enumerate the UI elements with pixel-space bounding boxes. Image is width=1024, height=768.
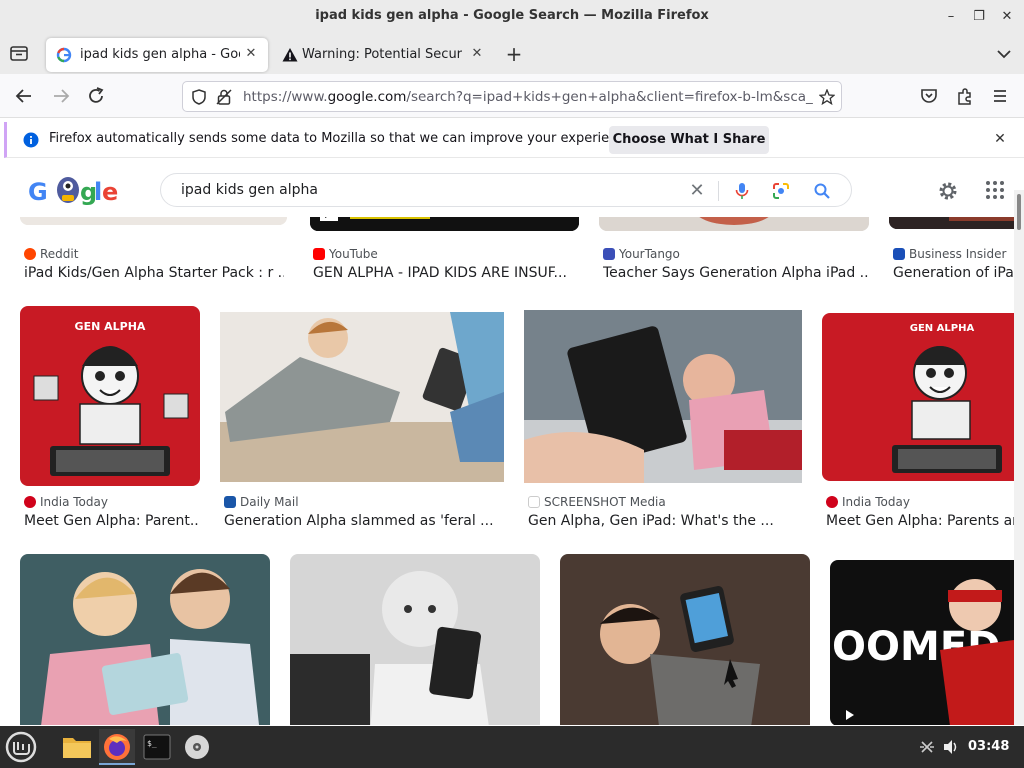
tab-close-icon[interactable]: ✕ <box>468 45 486 63</box>
warning-icon <box>282 47 298 63</box>
svg-text:l: l <box>94 178 102 206</box>
image-results-grid: Reddit iPad Kids/Gen Alpha Starter Pack … <box>0 217 1014 725</box>
tab-label: ipad kids gen alpha - Google Search <box>80 47 240 62</box>
india-today-favicon-icon <box>826 496 838 508</box>
daily-mail-favicon-icon <box>224 496 236 508</box>
chevron-down-icon[interactable] <box>994 44 1014 64</box>
result-image[interactable] <box>290 554 540 725</box>
extensions-puzzle-icon[interactable] <box>954 85 976 107</box>
system-taskbar: $_ 03:48 <box>0 726 1024 768</box>
tab-strip: ipad kids gen alpha - Google Search ✕ Wa… <box>0 34 1024 74</box>
result-source[interactable]: India Today <box>24 495 108 509</box>
lock-warning-icon[interactable] <box>216 89 232 105</box>
result-title[interactable]: Generation of iPad <box>893 265 1014 281</box>
result-title[interactable]: GEN ALPHA - IPAD KIDS ARE INSUF... <box>313 265 579 281</box>
pocket-icon[interactable] <box>918 85 940 107</box>
result-image[interactable]: OOMED <box>830 560 1014 725</box>
maximize-button[interactable]: ❐ <box>970 8 988 26</box>
result-source[interactable]: SCREENSHOT Media <box>528 495 666 509</box>
back-arrow-icon[interactable] <box>13 85 35 107</box>
info-icon <box>23 132 39 148</box>
svg-text:$_: $_ <box>147 739 157 748</box>
result-source[interactable]: Business Insider <box>893 247 1006 261</box>
tab-security-warning[interactable]: Warning: Potential Security Risk Ahead ✕ <box>272 38 494 72</box>
file-manager-folder-icon[interactable] <box>59 729 95 765</box>
image-caption-text: GEN ALPHA <box>75 320 146 333</box>
volume-speaker-icon[interactable] <box>942 738 960 756</box>
disc-drive-icon[interactable] <box>179 729 215 765</box>
image-caption-text: GEN ALPHA <box>910 323 975 334</box>
result-title[interactable]: Meet Gen Alpha: Parent... <box>24 513 200 529</box>
yourtango-favicon-icon <box>603 248 615 260</box>
result-image[interactable] <box>20 554 270 725</box>
india-today-favicon-icon <box>24 496 36 508</box>
result-image[interactable] <box>20 217 287 225</box>
google-apps-grid-icon[interactable] <box>985 180 1005 200</box>
terminal-icon[interactable]: $_ <box>139 729 175 765</box>
choose-what-i-share-button[interactable]: Choose What I Share <box>609 126 769 154</box>
mint-menu-icon[interactable] <box>3 729 39 765</box>
google-header: G g l e ipad kids gen alpha ✕ <box>0 163 1024 217</box>
navigation-toolbar: https://www.google.com/search?q=ipad+kid… <box>0 74 1024 118</box>
screenshot-media-favicon-icon <box>528 496 540 508</box>
tab-list-icon[interactable] <box>8 42 30 64</box>
hamburger-menu-icon[interactable] <box>989 85 1011 107</box>
result-image[interactable] <box>560 554 810 725</box>
result-title[interactable]: Generation Alpha slammed as 'feral ... <box>224 513 504 529</box>
page-scrollbar[interactable] <box>1014 190 1024 725</box>
result-image[interactable] <box>220 312 504 482</box>
result-source[interactable]: India Today <box>826 495 910 509</box>
search-divider <box>718 181 719 201</box>
window-title: ipad kids gen alpha - Google Search — Mo… <box>315 8 709 23</box>
window-titlebar: ipad kids gen alpha - Google Search — Mo… <box>0 0 1024 34</box>
google-doodle-logo[interactable]: G g l e <box>28 175 120 207</box>
result-image[interactable] <box>310 217 579 231</box>
new-tab-button[interactable]: + <box>503 44 525 66</box>
notification-message: Firefox automatically sends some data to… <box>49 131 637 146</box>
svg-text:G: G <box>28 178 48 206</box>
voice-search-mic-icon[interactable] <box>732 181 752 201</box>
youtube-favicon-icon <box>313 248 325 260</box>
settings-gear-icon[interactable] <box>937 180 959 202</box>
business-insider-favicon-icon <box>893 248 905 260</box>
result-image[interactable]: GEN ALPHA <box>20 306 200 486</box>
result-image[interactable] <box>524 310 802 483</box>
svg-text:e: e <box>102 178 118 206</box>
bookmark-star-icon[interactable] <box>818 88 836 106</box>
search-query-text[interactable]: ipad kids gen alpha <box>181 182 318 198</box>
tab-label: Warning: Potential Security Risk Ahead <box>302 47 462 62</box>
close-notification-icon[interactable]: ✕ <box>991 131 1009 149</box>
data-reporting-notification: Firefox automatically sends some data to… <box>4 122 1024 158</box>
google-favicon-icon <box>56 47 72 63</box>
result-source[interactable]: Daily Mail <box>224 495 299 509</box>
forward-arrow-icon[interactable] <box>50 85 72 107</box>
result-title[interactable]: Teacher Says Generation Alpha iPad ... <box>603 265 869 281</box>
result-source[interactable]: YouTube <box>313 247 378 261</box>
url-text[interactable]: https://www.google.com/search?q=ipad+kid… <box>243 89 813 105</box>
scrollbar-thumb[interactable] <box>1017 194 1021 230</box>
firefox-taskbar-icon[interactable] <box>99 729 135 765</box>
result-source[interactable]: YourTango <box>603 247 680 261</box>
tab-close-icon[interactable]: ✕ <box>242 45 260 63</box>
tab-google-search[interactable]: ipad kids gen alpha - Google Search ✕ <box>46 38 268 72</box>
minimize-button[interactable]: – <box>942 8 960 26</box>
result-image[interactable]: GEN ALPHA <box>822 313 1014 481</box>
address-bar[interactable]: https://www.google.com/search?q=ipad+kid… <box>182 81 842 112</box>
close-window-button[interactable]: ✕ <box>998 8 1016 26</box>
taskbar-clock[interactable]: 03:48 <box>968 739 1009 754</box>
google-search-box[interactable]: ipad kids gen alpha ✕ <box>160 173 852 207</box>
result-title[interactable]: Gen Alpha, Gen iPad: What's the ... <box>528 513 802 529</box>
network-icon[interactable] <box>918 738 936 756</box>
result-image[interactable] <box>599 217 869 231</box>
search-icon[interactable] <box>812 181 832 201</box>
clear-search-icon[interactable]: ✕ <box>687 181 707 201</box>
tracking-protection-shield-icon[interactable] <box>191 89 207 105</box>
google-lens-icon[interactable] <box>771 181 791 201</box>
result-title[interactable]: iPad Kids/Gen Alpha Starter Pack : r ... <box>24 265 284 281</box>
result-title[interactable]: Meet Gen Alpha: Parents and <box>826 513 1014 529</box>
reddit-favicon-icon <box>24 248 36 260</box>
result-source[interactable]: Reddit <box>24 247 78 261</box>
reload-icon[interactable] <box>85 85 107 107</box>
result-image[interactable] <box>889 217 1014 229</box>
